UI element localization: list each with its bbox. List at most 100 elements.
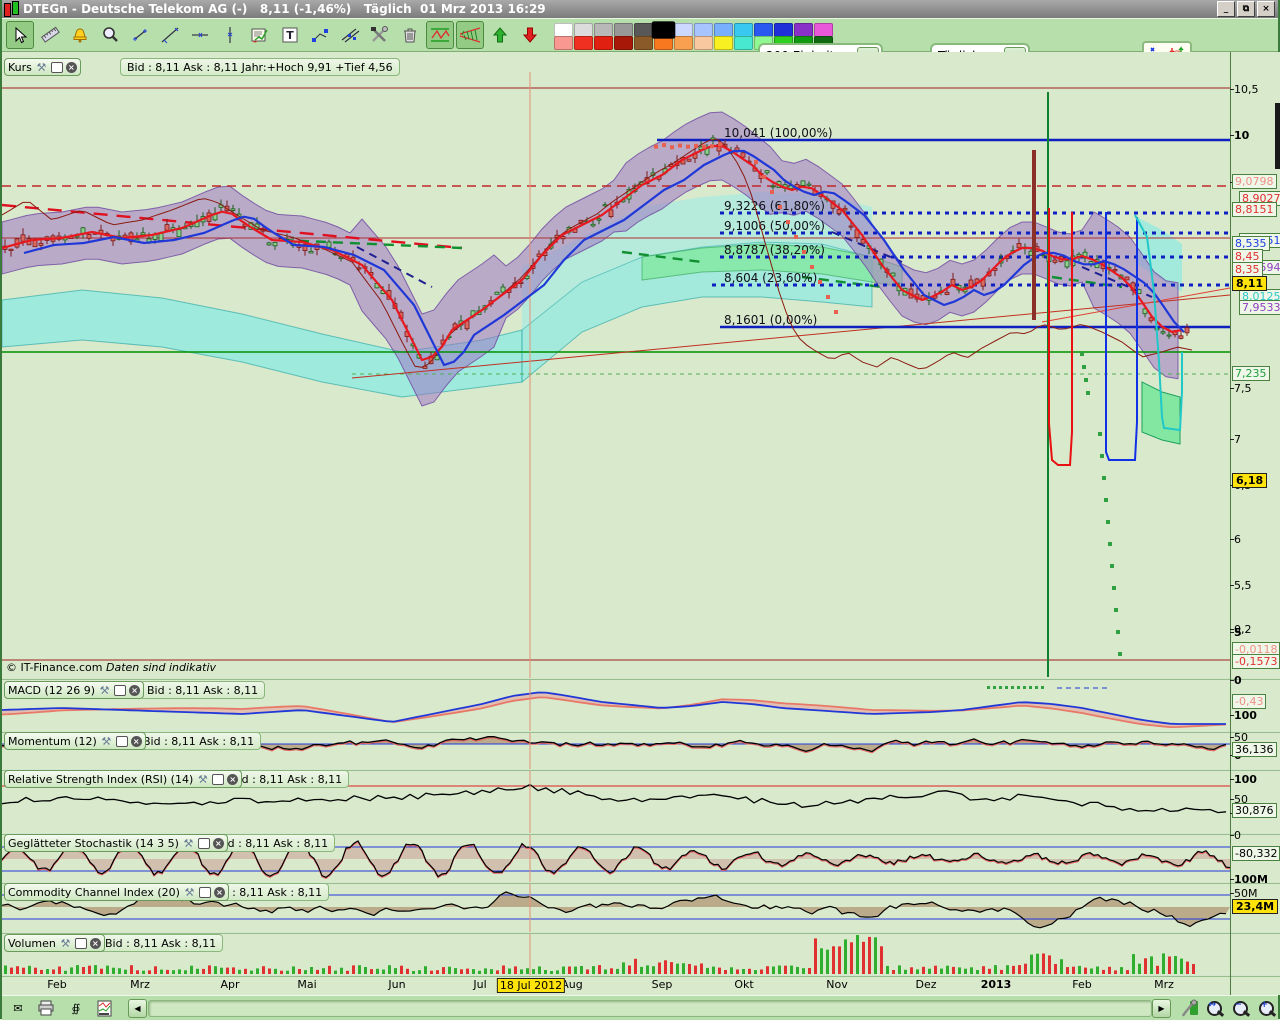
window-icon[interactable] (114, 685, 126, 696)
price-axis-gutter: 10,5109,57,576,565,559,07988,90278,81518… (1230, 52, 1280, 995)
color-swatch[interactable] (674, 36, 693, 50)
indicator-editor-tool-button[interactable] (246, 21, 274, 49)
color-swatch[interactable] (814, 23, 833, 37)
month-label: Jul (473, 978, 486, 991)
month-label: Jun (388, 978, 405, 991)
alarm-tool-button[interactable] (66, 21, 94, 49)
time-scrollbar[interactable] (148, 1000, 1152, 1017)
text-tool-button[interactable]: T (276, 21, 304, 49)
panel-title: Commodity Channel Index (20) (8, 886, 180, 899)
color-swatch[interactable] (734, 23, 753, 37)
color-swatch[interactable] (554, 23, 573, 37)
panel-header-vol: Volumen⚒× (4, 934, 105, 952)
close-icon[interactable]: × (131, 736, 142, 747)
chartlist-icon (250, 26, 270, 44)
wrench-icon[interactable]: ⚒ (183, 886, 196, 898)
color-swatch[interactable] (694, 23, 713, 37)
close-icon[interactable]: × (214, 887, 225, 898)
color-swatch[interactable] (554, 36, 573, 50)
scroll-right-button[interactable]: ▶ (1152, 999, 1171, 1018)
wrench-icon[interactable]: ⚒ (196, 773, 209, 785)
axis-tick-label: 0 (1234, 674, 1242, 687)
panel-divider[interactable] (2, 678, 1280, 680)
scroll-left-button[interactable]: ◀ (128, 999, 147, 1018)
color-swatch[interactable] (634, 36, 653, 50)
axis-tick-label: 10 (1234, 129, 1249, 142)
expanding-pattern-tool-button[interactable] (456, 21, 484, 49)
color-swatch[interactable] (594, 23, 613, 37)
color-swatch[interactable] (714, 36, 733, 50)
close-icon[interactable]: × (129, 685, 140, 696)
panel-divider[interactable] (2, 975, 1280, 977)
cursor-tool-button[interactable] (6, 21, 34, 49)
axis-scroll-thumb[interactable] (1275, 103, 1280, 169)
window-icon[interactable] (75, 938, 87, 949)
delete-tool-button[interactable] (396, 21, 424, 49)
price-label: 7,235 (1232, 366, 1270, 381)
axis-tick-label: 5,5 (1234, 579, 1252, 592)
buy-arrow-tool-button[interactable] (486, 21, 514, 49)
chart-settings-icon[interactable] (1178, 998, 1202, 1018)
color-swatch[interactable] (614, 36, 633, 50)
text-icon: T (281, 26, 299, 44)
color-swatch[interactable] (594, 36, 613, 50)
mail-icon[interactable]: ✉ (6, 998, 30, 1018)
color-swatch[interactable] (674, 23, 693, 37)
wrench-icon[interactable]: ⚒ (59, 937, 72, 949)
chart-report-icon[interactable] (92, 998, 116, 1018)
wrench-icon[interactable]: ⚒ (35, 61, 48, 73)
color-swatch[interactable] (634, 23, 653, 37)
zoom-in-icon[interactable]: + (1254, 998, 1278, 1018)
ruler-tool-button[interactable] (36, 21, 64, 49)
close-button[interactable]: × (1257, 1, 1275, 17)
window-icon[interactable] (116, 736, 128, 747)
segment-tool-button[interactable] (126, 21, 154, 49)
wrench-icon[interactable]: ⚒ (98, 684, 111, 696)
wrench-icon[interactable]: ⚒ (100, 735, 113, 747)
pan-zoom-icon[interactable]: ↔ (1202, 998, 1226, 1018)
window-icon[interactable] (212, 774, 224, 785)
link-icon[interactable]: ∯ (64, 998, 88, 1018)
drawing-tools-tool-button[interactable] (366, 21, 394, 49)
color-swatch[interactable] (614, 23, 633, 37)
zoom-tool-button[interactable] (96, 21, 124, 49)
color-swatch[interactable] (714, 23, 733, 37)
horizontal-line-tool-button[interactable] (186, 21, 214, 49)
zoom-out-icon[interactable]: − (1228, 998, 1252, 1018)
color-swatch[interactable] (734, 36, 753, 50)
color-swatch[interactable] (574, 36, 593, 50)
zigzag-pattern-tool-button[interactable] (426, 21, 454, 49)
color-swatch[interactable] (794, 23, 813, 37)
restore-button[interactable]: ⧉ (1237, 1, 1255, 17)
trendline-tool-button[interactable] (156, 21, 184, 49)
color-swatch[interactable] (694, 36, 713, 50)
close-icon[interactable]: × (66, 62, 77, 73)
wrench-icon[interactable]: ⚒ (182, 837, 195, 849)
price-label: 7,9533 (1239, 300, 1280, 315)
vertical-line-tool-button[interactable] (216, 21, 244, 49)
axis-tick-label: 100M (1234, 873, 1268, 886)
window-icon[interactable] (199, 887, 211, 898)
color-swatch[interactable] (574, 23, 593, 37)
color-swatch[interactable] (652, 21, 676, 39)
panel-quote-mom: Bid : 8,11 Ask : 8,11 (136, 732, 261, 750)
close-icon[interactable]: × (213, 838, 224, 849)
close-icon[interactable]: × (227, 774, 238, 785)
polyline-tool-button[interactable] (306, 21, 334, 49)
window-icon[interactable] (51, 62, 63, 73)
parallel-lines-tool-button[interactable] (336, 21, 364, 49)
print-icon[interactable] (34, 998, 58, 1018)
close-icon[interactable]: × (90, 938, 101, 949)
color-swatch[interactable] (754, 23, 773, 37)
minimize-button[interactable]: _ (1217, 1, 1235, 17)
segment-icon (131, 26, 149, 44)
price-chart-plot[interactable]: 10,041 (100,00%)9,3226 (61,80%)9,1006 (5… (2, 52, 1230, 678)
month-label: Feb (47, 978, 66, 991)
app-candles-icon (4, 1, 19, 17)
window-icon[interactable] (198, 838, 210, 849)
panel-header-mom: Momentum (12)⚒× (4, 732, 146, 750)
panel-header-stoch: Geglätteter Stochastik (14 3 5)⚒× (4, 834, 228, 852)
color-swatch[interactable] (774, 23, 793, 37)
sell-arrow-tool-button[interactable] (516, 21, 544, 49)
vline-icon (223, 25, 237, 45)
